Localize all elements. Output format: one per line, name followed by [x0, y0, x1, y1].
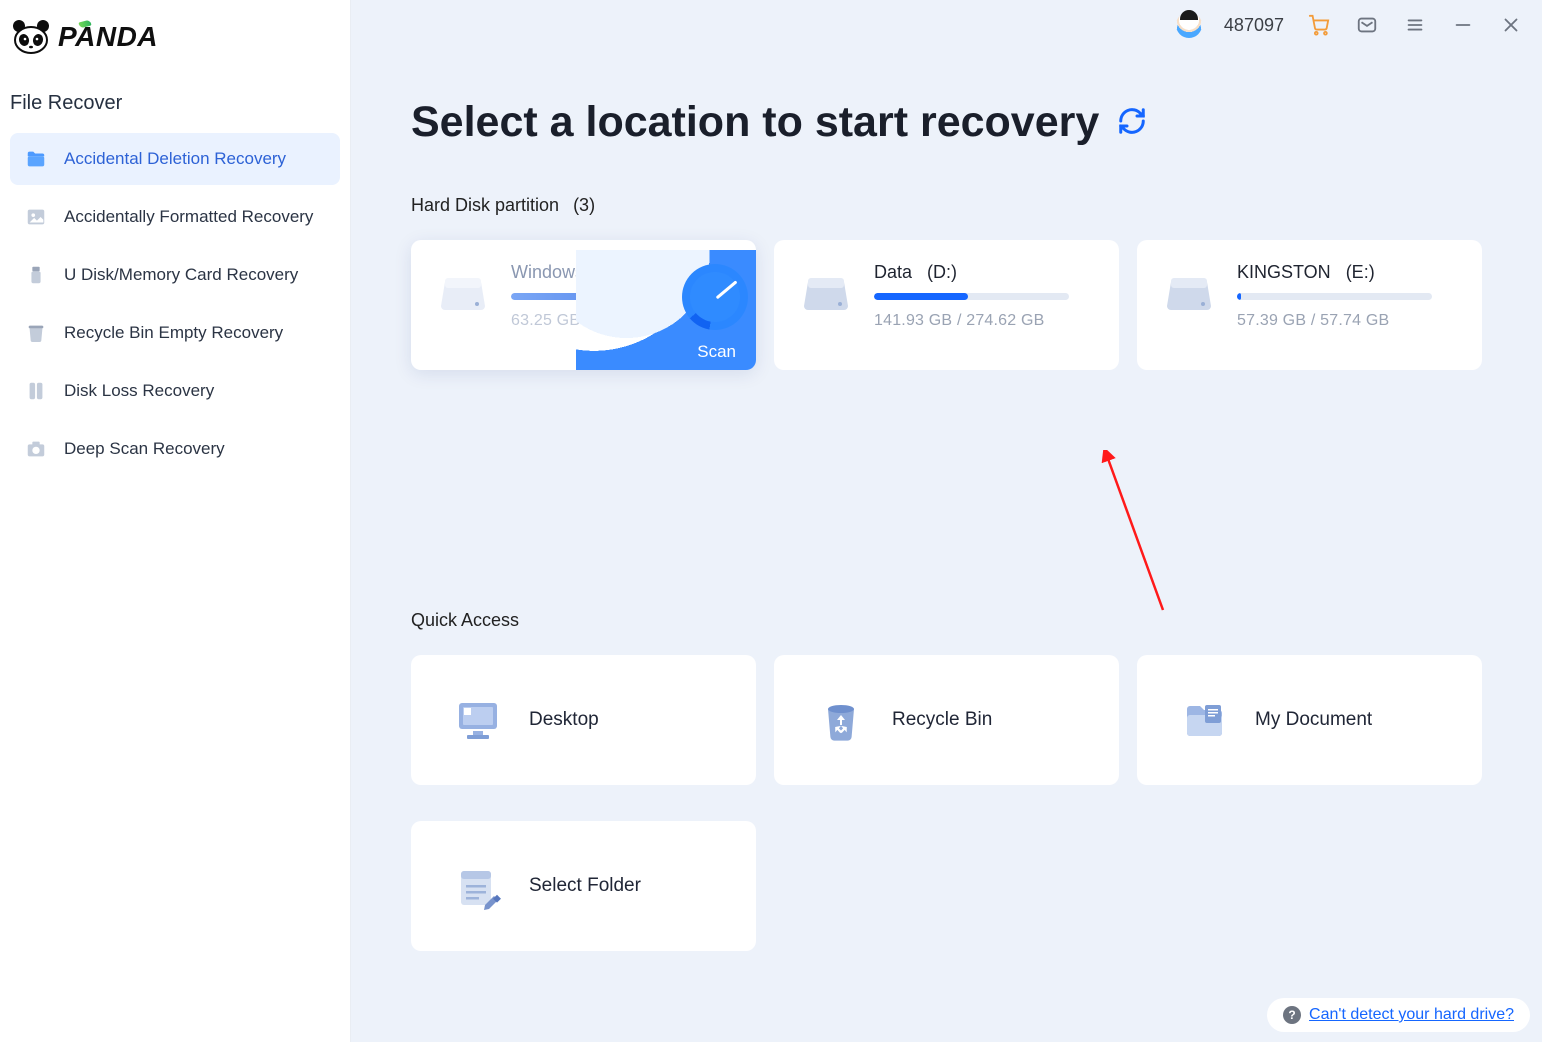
sidebar-item-label: Disk Loss Recovery: [64, 381, 214, 401]
sidebar-item-label: Accidentally Formatted Recovery: [64, 207, 313, 227]
topbar: 487097: [351, 0, 1542, 50]
help-icon: ?: [1283, 1006, 1301, 1024]
drive-card-c[interactable]: Windows-SSD (C:)63.25 GB / 200.10 GBScan: [411, 240, 756, 370]
drive-usage-bar: [874, 293, 1069, 300]
sidebar-item-deep-scan-recovery[interactable]: Deep Scan Recovery: [10, 423, 340, 475]
page-title: Select a location to start recovery: [411, 98, 1482, 147]
sidebar: PANDA File Recover Accidental Deletion R…: [0, 0, 351, 1042]
help-link[interactable]: Can't detect your hard drive?: [1309, 1006, 1514, 1024]
panda-icon: [12, 20, 50, 54]
drive-name: Data (D:): [874, 262, 1069, 283]
folder-icon: [24, 147, 48, 171]
drive-name: KINGSTON (E:): [1237, 262, 1432, 283]
usb-icon: [24, 263, 48, 287]
brand-text: PANDA: [58, 21, 158, 53]
mail-icon[interactable]: [1354, 12, 1380, 38]
quick-access-recycle-bin[interactable]: Recycle Bin: [774, 655, 1119, 785]
sidebar-item-disk-loss-recovery[interactable]: Disk Loss Recovery: [10, 365, 340, 417]
scan-gauge-icon[interactable]: [682, 264, 748, 330]
partition-heading: Hard Disk partition (3): [411, 195, 1482, 216]
quick-access-label: My Document: [1255, 709, 1372, 731]
refresh-icon[interactable]: [1117, 98, 1147, 147]
annotation-arrow: [1101, 450, 1191, 620]
scan-label: Scan: [697, 342, 736, 362]
disk-icon: [24, 379, 48, 403]
quick-access-select-folder[interactable]: Select Folder: [411, 821, 756, 951]
desktop-icon: [453, 695, 503, 745]
sidebar-item-label: Accidental Deletion Recovery: [64, 149, 286, 169]
drive-icon: [800, 268, 852, 320]
quick-access-label: Select Folder: [529, 875, 641, 897]
quick-access-heading: Quick Access: [411, 610, 1482, 631]
drive-size-text: 57.39 GB / 57.74 GB: [1237, 312, 1432, 330]
menu-icon[interactable]: [1402, 12, 1428, 38]
sidebar-item-label: Recycle Bin Empty Recovery: [64, 323, 283, 343]
sidebar-item-recycle-bin-empty-recovery[interactable]: Recycle Bin Empty Recovery: [10, 307, 340, 359]
drive-card-e[interactable]: KINGSTON (E:) 57.39 GB / 57.74 GB: [1137, 240, 1482, 370]
drive-card-d[interactable]: Data (D:) 141.93 GB / 274.62 GB: [774, 240, 1119, 370]
recycle-icon: [816, 695, 866, 745]
close-icon[interactable]: [1498, 12, 1524, 38]
document-icon: [1179, 695, 1229, 745]
user-id-text: 487097: [1224, 15, 1284, 36]
drive-icon: [1163, 268, 1215, 320]
sidebar-item-accidental-deletion-recovery[interactable]: Accidental Deletion Recovery: [10, 133, 340, 185]
drive-usage-bar: [1237, 293, 1432, 300]
help-link-container: ? Can't detect your hard drive?: [1267, 998, 1530, 1032]
quick-access-desktop[interactable]: Desktop: [411, 655, 756, 785]
sidebar-item-accidentally-formatted-recovery[interactable]: Accidentally Formatted Recovery: [10, 191, 340, 243]
quick-access-label: Desktop: [529, 709, 599, 731]
folder-edit-icon: [453, 861, 503, 911]
minimize-icon[interactable]: [1450, 12, 1476, 38]
user-avatar[interactable]: [1176, 12, 1202, 38]
quick-access-label: Recycle Bin: [892, 709, 992, 731]
sidebar-item-label: U Disk/Memory Card Recovery: [64, 265, 298, 285]
brand-logo: PANDA: [0, 12, 350, 82]
drive-size-text: 141.93 GB / 274.62 GB: [874, 312, 1069, 330]
cart-icon[interactable]: [1306, 12, 1332, 38]
quick-access-my-document[interactable]: My Document: [1137, 655, 1482, 785]
sidebar-section-title: File Recover: [0, 82, 350, 133]
sidebar-item-u-disk-memory-card-recovery[interactable]: U Disk/Memory Card Recovery: [10, 249, 340, 301]
drive-icon: [437, 268, 489, 320]
sidebar-item-label: Deep Scan Recovery: [64, 439, 225, 459]
image-icon: [24, 205, 48, 229]
camera-icon: [24, 437, 48, 461]
trash-icon: [24, 321, 48, 345]
